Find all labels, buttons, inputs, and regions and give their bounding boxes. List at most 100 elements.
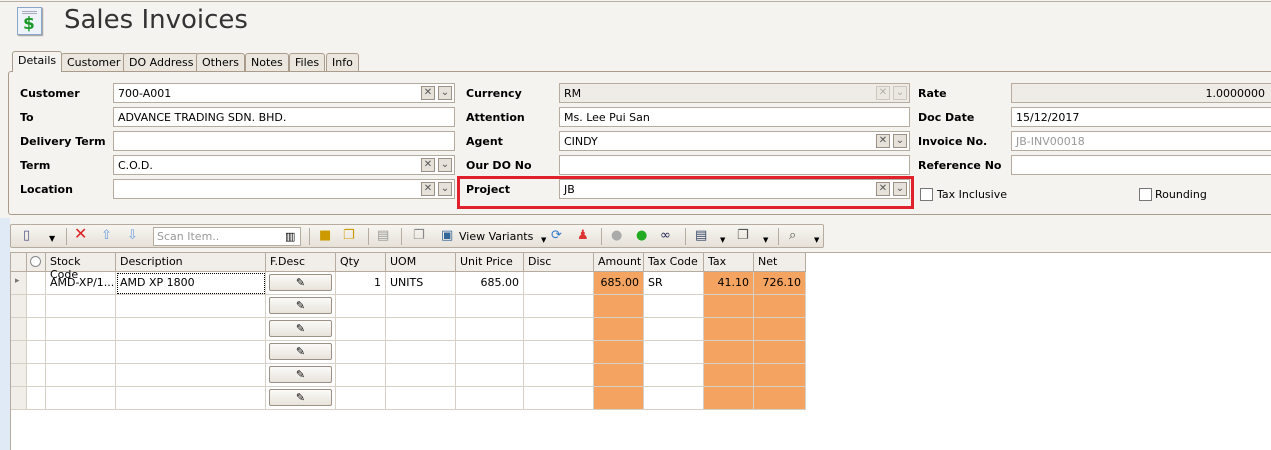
new-document-icon[interactable]: ▯ [23,229,30,243]
new-dropdown-icon[interactable]: ▼ [49,232,55,246]
tab-do-address[interactable]: DO Address [123,53,200,72]
cell-amount[interactable] [594,295,644,318]
cell-fdesc[interactable]: ✎ [266,364,336,387]
cell-stock-code[interactable]: AMD-XP/1... [46,272,116,295]
tab-details[interactable]: Details [12,51,63,72]
cell-amount[interactable] [594,364,644,387]
user-icon[interactable]: ♟ [577,229,589,243]
chevron-down-icon[interactable]: ⌄ [438,86,452,100]
cell-description[interactable] [116,364,266,387]
preview-icon[interactable]: ⌕ [789,229,796,243]
cell-uom[interactable] [386,364,456,387]
cell-unit-price[interactable]: 685.00 [456,272,524,295]
refresh-icon[interactable]: ⟳ [551,229,562,243]
col-tax-code[interactable]: Tax Code [644,253,704,272]
term-field[interactable]: C.O.D. ✕ ⌄ [113,155,455,175]
cell-tax-code[interactable] [644,318,704,341]
select-all-header[interactable] [27,253,46,272]
view-variants-button[interactable]: View Variants [459,230,533,244]
cell-amount[interactable] [594,318,644,341]
cell-disc[interactable] [524,364,594,387]
cell-tax-code[interactable] [644,387,704,410]
cell-description[interactable]: AMD XP 1800 [116,272,266,295]
tax-inclusive-checkbox[interactable] [920,188,933,201]
cell-qty[interactable] [336,364,386,387]
cell-fdesc[interactable]: ✎ [266,318,336,341]
cell-net[interactable] [754,387,806,410]
cell-stock-code[interactable] [46,318,116,341]
cell-net[interactable] [754,364,806,387]
cell-amount[interactable] [594,341,644,364]
tab-files[interactable]: Files [289,53,326,72]
save-icon[interactable]: ▤ [695,229,707,243]
cell-qty[interactable] [336,295,386,318]
cell-sel[interactable] [27,295,46,318]
save-dropdown-icon[interactable]: ▼ [720,233,725,247]
edit-description-button[interactable]: ✎ [269,320,332,337]
cell-net[interactable] [754,295,806,318]
our-do-no-field[interactable] [559,155,910,175]
cell-qty[interactable]: 1 [336,272,386,295]
customer-field[interactable]: 700-A001 ✕ ⌄ [113,83,455,103]
rounding-checkbox[interactable] [1139,188,1152,201]
cell-tax[interactable] [704,387,754,410]
col-unit-price[interactable]: Unit Price [456,253,524,272]
cell-unit-price[interactable] [456,387,524,410]
move-down-icon[interactable]: ⇩ [127,229,138,243]
cell-fdesc[interactable]: ✎ [266,341,336,364]
copy-item-icon[interactable]: ❐ [343,229,355,243]
scan-item-input[interactable]: Scan Item.. [153,227,301,246]
cell-net[interactable] [754,341,806,364]
cell-unit-price[interactable] [456,364,524,387]
col-net[interactable]: Net [754,253,806,272]
cell-disc[interactable] [524,295,594,318]
cell-tax[interactable] [704,318,754,341]
cell-tax-code[interactable]: SR [644,272,704,295]
cell-sel[interactable] [27,364,46,387]
cell-qty[interactable] [336,387,386,410]
print-dropdown-icon[interactable]: ▼ [763,233,768,247]
doc-date-field[interactable]: 15/12/2017 [1011,107,1271,127]
delivery-term-field[interactable] [113,131,455,151]
package-icon[interactable]: ■ [319,229,331,243]
cell-net[interactable] [754,318,806,341]
clear-icon[interactable]: ✕ [421,182,435,196]
col-disc[interactable]: Disc [524,253,594,272]
col-fdesc[interactable]: F.Desc [266,253,336,272]
cell-uom[interactable] [386,318,456,341]
col-amount[interactable]: Amount [594,253,644,272]
cell-sel[interactable] [27,387,46,410]
tab-info[interactable]: Info [326,53,359,72]
agent-field[interactable]: CINDY ✕ ⌄ [559,131,910,151]
down-circle-icon[interactable]: ● [636,229,647,243]
cell-stock-code[interactable] [46,341,116,364]
clear-icon[interactable]: ✕ [421,158,435,172]
cell-net[interactable]: 726.10 [754,272,806,295]
view-variants-icon[interactable]: ▣ [441,229,453,243]
edit-description-button[interactable]: ✎ [269,274,332,291]
cell-unit-price[interactable] [456,341,524,364]
col-description[interactable]: Description [116,253,266,272]
cell-fdesc[interactable]: ✎ [266,387,336,410]
cell-tax[interactable] [704,295,754,318]
col-stock-code[interactable]: Stock Code [46,253,116,281]
cell-sel[interactable] [27,272,46,295]
clear-icon[interactable]: ✕ [421,86,435,100]
location-field[interactable]: ✕ ⌄ [113,179,455,199]
cell-sel[interactable] [27,318,46,341]
cell-description[interactable] [116,341,266,364]
cell-amount[interactable] [594,387,644,410]
cell-uom[interactable] [386,295,456,318]
chevron-down-icon[interactable]: ⌄ [893,134,907,148]
cell-description[interactable] [116,387,266,410]
tab-notes[interactable]: Notes [245,53,289,72]
cell-qty[interactable] [336,341,386,364]
edit-description-button[interactable]: ✎ [269,366,332,383]
cell-disc[interactable] [524,341,594,364]
cell-sel[interactable] [27,341,46,364]
cell-stock-code[interactable] [46,364,116,387]
chevron-down-icon[interactable]: ⌄ [438,158,452,172]
cell-uom[interactable] [386,341,456,364]
delete-icon[interactable]: ✕ [74,226,87,242]
edit-description-button[interactable]: ✎ [269,389,332,406]
